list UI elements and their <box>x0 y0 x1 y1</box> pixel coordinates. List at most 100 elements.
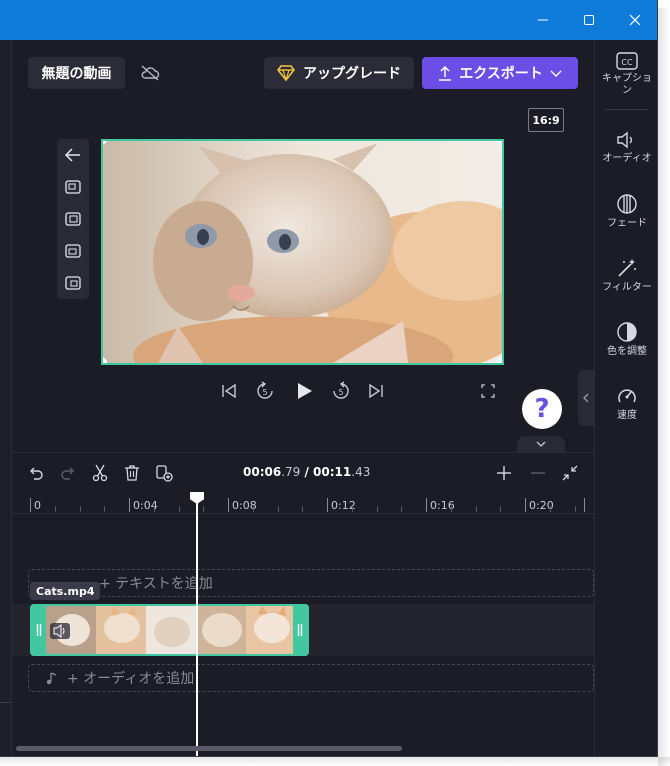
zoom-in-button[interactable] <box>494 463 514 483</box>
ruler-tick <box>327 498 328 512</box>
adjust-colors-button[interactable]: 色を調整 <box>595 321 657 358</box>
chevron-down-icon <box>550 70 562 77</box>
fit-timeline-button[interactable] <box>560 463 580 483</box>
fade-icon <box>617 194 637 214</box>
timeline-scrollbar[interactable] <box>16 746 402 751</box>
ruler-tick <box>426 498 427 512</box>
add-audio-label: + オーディオを追加 <box>67 671 195 687</box>
ruler-tick <box>228 498 229 512</box>
svg-text:5: 5 <box>262 388 267 397</box>
rewind-5-button[interactable]: 5 <box>254 380 276 402</box>
grip-icon <box>297 624 303 636</box>
skip-to-end-button[interactable] <box>365 380 387 402</box>
play-button[interactable] <box>293 380 315 402</box>
maximize-icon <box>584 15 594 25</box>
audio-button[interactable]: オーディオ <box>595 130 657 165</box>
trash-icon <box>125 465 139 481</box>
skip-to-start-button[interactable] <box>218 380 240 402</box>
duplicate-icon <box>156 465 173 482</box>
fade-button[interactable]: フェード <box>595 193 657 230</box>
expand-right-panel-button[interactable] <box>578 370 594 426</box>
maximize-button[interactable] <box>566 0 612 40</box>
fade-label: フェード <box>607 218 647 229</box>
redo-button[interactable] <box>58 463 78 483</box>
fullscreen-icon <box>481 384 495 398</box>
current-time-fraction: .79 <box>281 465 301 479</box>
aspect-ratio-button[interactable]: 16:9 <box>528 108 564 132</box>
music-note-icon <box>46 672 57 685</box>
clip-trim-end-handle[interactable] <box>293 606 307 654</box>
captions-label: キャプション <box>602 73 652 96</box>
kitten-image <box>103 141 502 363</box>
filters-button[interactable]: フィルター <box>595 257 657 294</box>
undo-button[interactable] <box>26 463 46 483</box>
video-preview[interactable] <box>101 139 504 365</box>
project-title-button[interactable]: 無題の動画 <box>28 57 125 89</box>
add-text-lane[interactable]: + テキストを追加 <box>28 569 594 597</box>
speed-button[interactable]: 速度 <box>595 385 657 422</box>
arrow-left-icon <box>64 148 80 162</box>
scissors-icon <box>92 464 108 482</box>
properties-panel: CC キャプション オーディオ フェード フィルター 色を調整 速度 <box>594 40 657 756</box>
captions-button[interactable]: CC キャプション <box>595 52 657 97</box>
svg-text:CC: CC <box>621 58 633 67</box>
timeline: 0 0:04 0:08 0:12 0:16 0:20 + テキストを追加 Cat… <box>12 492 594 756</box>
resize-handle-bottom-right[interactable] <box>496 357 502 363</box>
fullscreen-button[interactable] <box>477 380 499 402</box>
clip-thumbnails <box>32 606 307 654</box>
filters-label: フィルター <box>602 282 652 293</box>
clip-name-label: Cats.mp4 <box>30 582 101 600</box>
redo-icon <box>61 467 74 480</box>
upgrade-button[interactable]: アップグレード <box>264 57 414 89</box>
image-fit-icon <box>65 180 81 194</box>
ruler-tick <box>584 498 585 512</box>
svg-text:5: 5 <box>338 388 343 397</box>
collapse-arrows-icon <box>562 465 578 481</box>
add-audio-lane[interactable]: + オーディオを追加 <box>28 664 594 692</box>
zoom-out-button[interactable] <box>528 463 548 483</box>
timeline-toolbar: 00:06.79 / 00:11.43 <box>12 452 594 492</box>
fill-button[interactable] <box>63 209 83 229</box>
undo-icon <box>30 467 43 480</box>
collapse-timeline-button[interactable] <box>517 436 565 452</box>
panel-divider <box>605 109 649 110</box>
close-icon <box>629 14 641 26</box>
plus-icon <box>497 466 511 480</box>
minus-icon <box>531 472 545 474</box>
image-fill-icon <box>65 212 81 226</box>
question-mark-icon: ? <box>534 394 550 424</box>
help-button[interactable]: ? <box>522 389 562 429</box>
left-strip <box>0 40 12 756</box>
ruler-tick <box>30 498 31 512</box>
minimize-icon <box>538 19 548 21</box>
minimize-button[interactable] <box>520 0 566 40</box>
delete-button[interactable] <box>122 463 142 483</box>
ruler-label: 0 <box>34 499 41 512</box>
cloud-off-icon <box>141 65 160 81</box>
skip-forward-icon <box>369 383 383 399</box>
title-bar <box>0 0 657 40</box>
close-button[interactable] <box>612 0 657 40</box>
editor-area: 無題の動画 アップグレード エクスポート 16:9 5 5 ? <box>12 40 594 452</box>
fit-button[interactable] <box>63 177 83 197</box>
back-button[interactable] <box>63 145 83 165</box>
app-window: 無題の動画 アップグレード エクスポート 16:9 5 5 ? CC キャプショ… <box>0 0 658 757</box>
time-separator: / <box>300 465 314 479</box>
split-button[interactable] <box>90 463 110 483</box>
crop-toolbar <box>57 139 89 299</box>
video-clip[interactable] <box>30 604 309 656</box>
duplicate-button[interactable] <box>154 463 174 483</box>
window-shadow-bottom <box>0 757 670 766</box>
rotate-button[interactable] <box>63 273 83 293</box>
time-ruler[interactable]: 0 0:04 0:08 0:12 0:16 0:20 <box>12 492 594 514</box>
left-strip-footer <box>0 702 12 756</box>
image-rotate-icon <box>65 276 81 290</box>
forward-5-button[interactable]: 5 <box>330 380 352 402</box>
clip-trim-start-handle[interactable] <box>32 606 46 654</box>
magic-wand-icon <box>618 259 636 277</box>
crop-button[interactable] <box>63 241 83 261</box>
captions-icon: CC <box>616 52 638 70</box>
play-icon <box>298 383 312 399</box>
export-button[interactable]: エクスポート <box>422 57 578 89</box>
window-shadow <box>658 8 670 766</box>
